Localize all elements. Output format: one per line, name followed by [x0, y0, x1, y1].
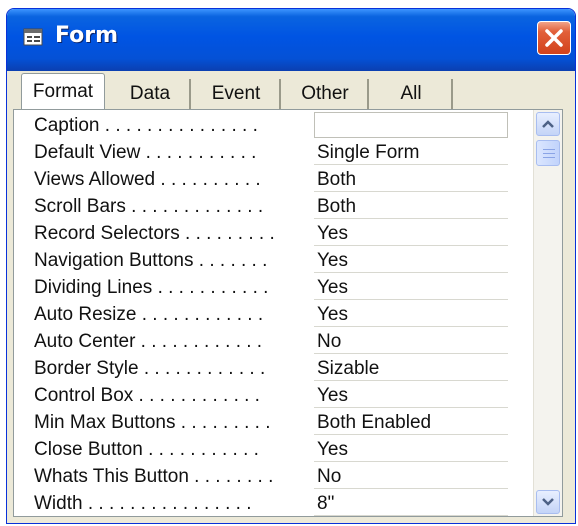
property-row-default-view[interactable]: Default View . . . . . . . . . . . Singl… [14, 139, 538, 166]
property-value-field[interactable]: Single Form [314, 139, 508, 165]
property-value-field[interactable] [314, 112, 508, 138]
property-row-scroll-bars[interactable]: Scroll Bars . . . . . . . . . . . . . Bo… [14, 193, 538, 220]
property-label: Auto Resize . . . . . . . . . . . . [34, 304, 264, 325]
property-row-border-style[interactable]: Border Style . . . . . . . . . . . . Siz… [14, 355, 538, 382]
property-label: Scroll Bars . . . . . . . . . . . . . [34, 196, 264, 217]
property-row-close-button[interactable]: Close Button . . . . . . . . . . . Yes [14, 436, 538, 463]
property-value-field[interactable]: 8" [314, 490, 508, 516]
property-sheet-window: Form Format Data Event Other All Caption… [6, 8, 576, 524]
scroll-up-button[interactable] [536, 112, 560, 136]
title-bar[interactable]: Form [7, 9, 575, 71]
property-value-field[interactable]: Yes [314, 220, 508, 246]
property-label: Caption . . . . . . . . . . . . . . . [34, 115, 258, 136]
property-value-field[interactable]: Sizable [314, 355, 508, 381]
property-value-field[interactable]: No [314, 328, 508, 354]
property-value-field[interactable]: Yes [314, 436, 508, 462]
property-value-field[interactable]: No [314, 463, 508, 489]
property-row-control-box[interactable]: Control Box . . . . . . . . . . . . Yes [14, 382, 538, 409]
property-label: Navigation Buttons . . . . . . . [34, 250, 268, 271]
property-row-record-selectors[interactable]: Record Selectors . . . . . . . . . Yes [14, 220, 538, 247]
chevron-down-icon [542, 498, 554, 506]
property-label: Min Max Buttons . . . . . . . . . [34, 412, 271, 433]
properties-panel: Caption . . . . . . . . . . . . . . . De… [13, 109, 563, 517]
property-label: Record Selectors . . . . . . . . . [34, 223, 275, 244]
scroll-down-button[interactable] [536, 490, 560, 514]
tab-other[interactable]: Other [283, 79, 369, 109]
property-row-views-allowed[interactable]: Views Allowed . . . . . . . . . . Both [14, 166, 538, 193]
property-row-whats-this-button[interactable]: Whats This Button . . . . . . . . No [14, 463, 538, 490]
property-value-field[interactable]: Yes [314, 382, 508, 408]
tab-format[interactable]: Format [21, 73, 105, 109]
property-row-navigation-buttons[interactable]: Navigation Buttons . . . . . . . Yes [14, 247, 538, 274]
property-value-field[interactable]: Both [314, 166, 508, 192]
tab-data[interactable]: Data [111, 79, 191, 109]
property-label: Auto Center . . . . . . . . . . . . [34, 331, 263, 352]
scroll-thumb[interactable] [536, 140, 560, 166]
close-icon [545, 29, 563, 47]
property-label: Whats This Button . . . . . . . . [34, 466, 274, 487]
property-label: Border Style . . . . . . . . . . . . [34, 358, 266, 379]
property-label: Close Button . . . . . . . . . . . [34, 439, 259, 460]
property-value-field[interactable]: Yes [314, 274, 508, 300]
property-row-caption[interactable]: Caption . . . . . . . . . . . . . . . [14, 112, 538, 139]
property-value-field[interactable]: Yes [314, 247, 508, 273]
property-row-dividing-lines[interactable]: Dividing Lines . . . . . . . . . . . Yes [14, 274, 538, 301]
tab-event[interactable]: Event [193, 79, 281, 109]
property-row-auto-center[interactable]: Auto Center . . . . . . . . . . . . No [14, 328, 538, 355]
property-row-min-max-buttons[interactable]: Min Max Buttons . . . . . . . . . Both E… [14, 409, 538, 436]
property-label: Default View . . . . . . . . . . . [34, 142, 257, 163]
property-value-field[interactable]: Both [314, 193, 508, 219]
property-label: Width . . . . . . . . . . . . . . . . [34, 493, 252, 514]
property-value-field[interactable]: Yes [314, 301, 508, 327]
form-icon [23, 27, 45, 47]
tab-strip: Format Data Event Other All [13, 71, 575, 109]
property-row-width[interactable]: Width . . . . . . . . . . . . . . . . 8" [14, 490, 538, 517]
property-label: Control Box . . . . . . . . . . . . [34, 385, 260, 406]
close-button[interactable] [537, 21, 571, 55]
tab-all[interactable]: All [371, 79, 453, 109]
property-label: Dividing Lines . . . . . . . . . . . [34, 277, 269, 298]
chevron-up-icon [542, 120, 554, 128]
property-label: Views Allowed . . . . . . . . . . [34, 169, 261, 190]
window-title: Form [55, 23, 119, 48]
property-row-auto-resize[interactable]: Auto Resize . . . . . . . . . . . . Yes [14, 301, 538, 328]
vertical-scrollbar[interactable] [533, 110, 562, 516]
property-value-field[interactable]: Both Enabled [314, 409, 508, 435]
